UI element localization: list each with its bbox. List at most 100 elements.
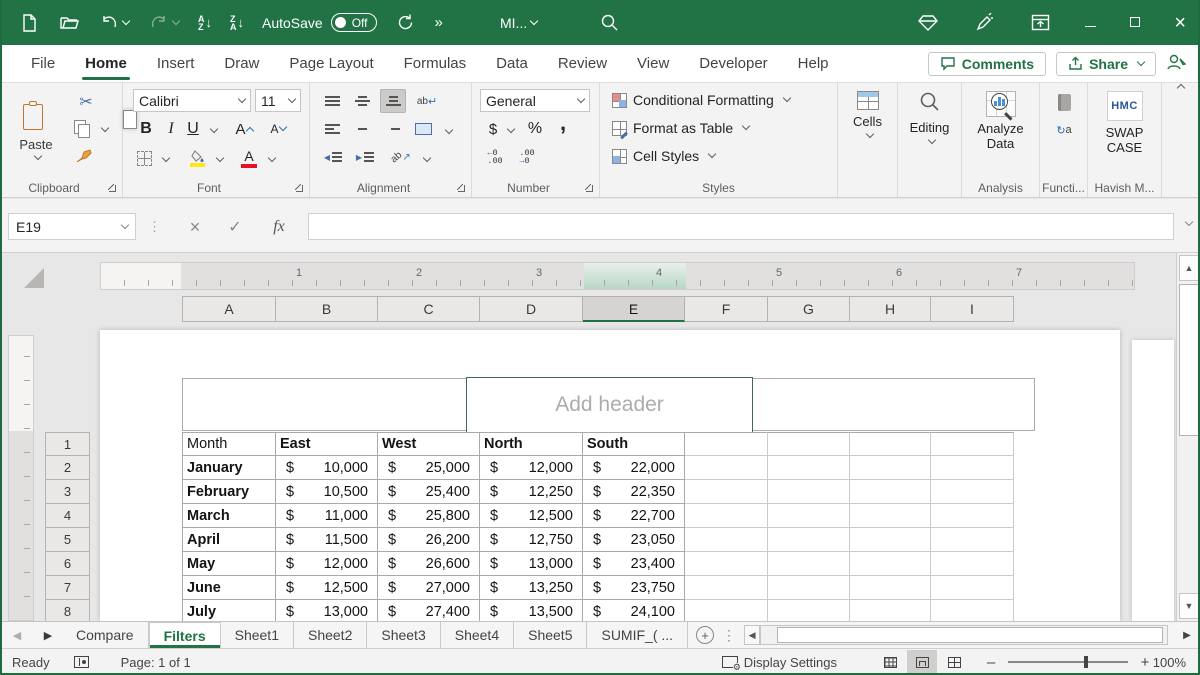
- swap-case-button[interactable]: HMC SWAPCASE: [1092, 87, 1157, 175]
- grid-cell[interactable]: [685, 432, 768, 456]
- decrease-decimal-button[interactable]: .00→0: [514, 145, 540, 169]
- tab-developer[interactable]: Developer: [684, 45, 782, 83]
- grid-cell[interactable]: $13,000: [480, 552, 583, 576]
- zoom-slider[interactable]: [1008, 661, 1128, 663]
- tab-view[interactable]: View: [622, 45, 684, 83]
- grid-cell[interactable]: $22,350: [583, 480, 685, 504]
- document-title[interactable]: MI...: [500, 0, 537, 45]
- align-top-button[interactable]: [320, 91, 344, 111]
- formula-input[interactable]: [308, 213, 1174, 240]
- bold-button[interactable]: B: [135, 117, 157, 141]
- sign-in-person-icon[interactable]: [1166, 53, 1186, 74]
- grid-cell[interactable]: $10,000: [276, 456, 378, 480]
- maximize-button[interactable]: [1130, 15, 1140, 31]
- grid-cell[interactable]: [768, 480, 850, 504]
- grid-cell[interactable]: $12,500: [276, 576, 378, 600]
- grid-cell[interactable]: $26,200: [378, 528, 480, 552]
- tab-file[interactable]: File: [16, 45, 70, 83]
- tab-data[interactable]: Data: [481, 45, 543, 83]
- grid-cell[interactable]: [850, 456, 931, 480]
- font-name-select[interactable]: Calibri: [133, 89, 251, 112]
- font-color-dropdown-icon[interactable]: [268, 154, 276, 162]
- column-header-c[interactable]: C: [378, 296, 480, 322]
- open-folder-icon[interactable]: [58, 12, 80, 34]
- grid-cell[interactable]: $23,050: [583, 528, 685, 552]
- merge-dropdown-icon[interactable]: [445, 126, 453, 134]
- page-layout-view-button[interactable]: [907, 650, 937, 674]
- sheet-tab-sheet4[interactable]: Sheet4: [441, 622, 514, 648]
- search-icon[interactable]: [598, 11, 620, 33]
- grid-cell[interactable]: [768, 432, 850, 456]
- grid-cell[interactable]: [850, 600, 931, 621]
- grid-cell[interactable]: $13,250: [480, 576, 583, 600]
- number-dialog-launcher[interactable]: [584, 183, 594, 193]
- merge-center-button[interactable]: [410, 119, 436, 139]
- orientation-button[interactable]: ab↗: [388, 145, 414, 169]
- hscroll-thumb[interactable]: [777, 627, 1163, 643]
- borders-button[interactable]: [133, 147, 155, 169]
- tab-draw[interactable]: Draw: [209, 45, 274, 83]
- grid-cell[interactable]: [685, 528, 768, 552]
- tab-help[interactable]: Help: [783, 45, 844, 83]
- grid-cell[interactable]: $27,400: [378, 600, 480, 621]
- paste-dropdown-icon[interactable]: [34, 151, 42, 159]
- row-header-4[interactable]: 4: [45, 504, 90, 528]
- alignment-dialog-launcher[interactable]: [456, 183, 466, 193]
- editing-button[interactable]: Editing: [902, 87, 957, 175]
- grid-cell[interactable]: $12,500: [480, 504, 583, 528]
- minimize-button[interactable]: [1085, 15, 1096, 31]
- premium-diamond-icon[interactable]: [917, 12, 939, 34]
- ribbon-display-options-icon[interactable]: [1029, 12, 1051, 34]
- analyze-data-button[interactable]: Analyze Data: [966, 87, 1035, 175]
- scroll-down-button[interactable]: ▼: [1179, 593, 1199, 619]
- italic-button[interactable]: I: [161, 117, 181, 141]
- share-button[interactable]: Share: [1056, 52, 1156, 76]
- grid-cell[interactable]: West: [378, 432, 480, 456]
- format-as-table-button[interactable]: Format as Table: [606, 115, 755, 141]
- row-header-6[interactable]: 6: [45, 552, 90, 576]
- sheet-tab-filters[interactable]: Filters: [149, 622, 221, 648]
- font-size-select[interactable]: 11: [255, 89, 301, 112]
- grid-cell[interactable]: $23,750: [583, 576, 685, 600]
- hscroll-right-icon[interactable]: ▶: [1174, 622, 1200, 648]
- grid-cell[interactable]: $25,400: [378, 480, 480, 504]
- tab-review[interactable]: Review: [543, 45, 622, 83]
- zoom-slider-thumb[interactable]: [1084, 656, 1088, 668]
- grid-cell[interactable]: [931, 576, 1014, 600]
- zoom-in-button[interactable]: +: [1138, 654, 1152, 671]
- autosave-pill[interactable]: Off: [331, 13, 377, 32]
- grid-cell[interactable]: March: [182, 504, 276, 528]
- grid-cell[interactable]: [931, 480, 1014, 504]
- zoom-level[interactable]: 100%: [1152, 655, 1200, 670]
- grid-cell[interactable]: [850, 528, 931, 552]
- grid-cell[interactable]: [931, 528, 1014, 552]
- tab-page-layout[interactable]: Page Layout: [274, 45, 388, 83]
- close-button[interactable]: ×: [1174, 13, 1186, 33]
- row-header-3[interactable]: 3: [45, 480, 90, 504]
- grid-cell[interactable]: $10,500: [276, 480, 378, 504]
- column-header-d[interactable]: D: [480, 296, 583, 322]
- collapse-ribbon-icon[interactable]: [1177, 84, 1185, 92]
- grid-cell[interactable]: [931, 504, 1014, 528]
- grid-cell[interactable]: [850, 480, 931, 504]
- name-box[interactable]: E19: [8, 213, 136, 240]
- fill-color-button[interactable]: [185, 145, 209, 171]
- cut-icon[interactable]: ✂: [74, 91, 98, 113]
- normal-view-button[interactable]: [875, 650, 905, 674]
- macro-record-icon[interactable]: [62, 656, 101, 668]
- tab-insert[interactable]: Insert: [142, 45, 210, 83]
- grid-cell[interactable]: July: [182, 600, 276, 621]
- grid-cell[interactable]: $11,000: [276, 504, 378, 528]
- decrease-indent-button[interactable]: ◀: [320, 147, 346, 167]
- grid-cell[interactable]: $23,400: [583, 552, 685, 576]
- hscroll-track[interactable]: [760, 625, 1168, 645]
- wrap-text-button[interactable]: ab↵: [414, 91, 440, 111]
- refresh-icon[interactable]: [395, 12, 417, 34]
- grid-cell[interactable]: East: [276, 432, 378, 456]
- undo-dropdown-icon[interactable]: [122, 16, 130, 24]
- grid-cell[interactable]: [685, 576, 768, 600]
- column-header-g[interactable]: G: [768, 296, 850, 322]
- name-box-resize-handle[interactable]: ⋮: [148, 219, 161, 235]
- grow-font-button[interactable]: A: [231, 117, 257, 141]
- format-painter-icon[interactable]: [72, 145, 96, 167]
